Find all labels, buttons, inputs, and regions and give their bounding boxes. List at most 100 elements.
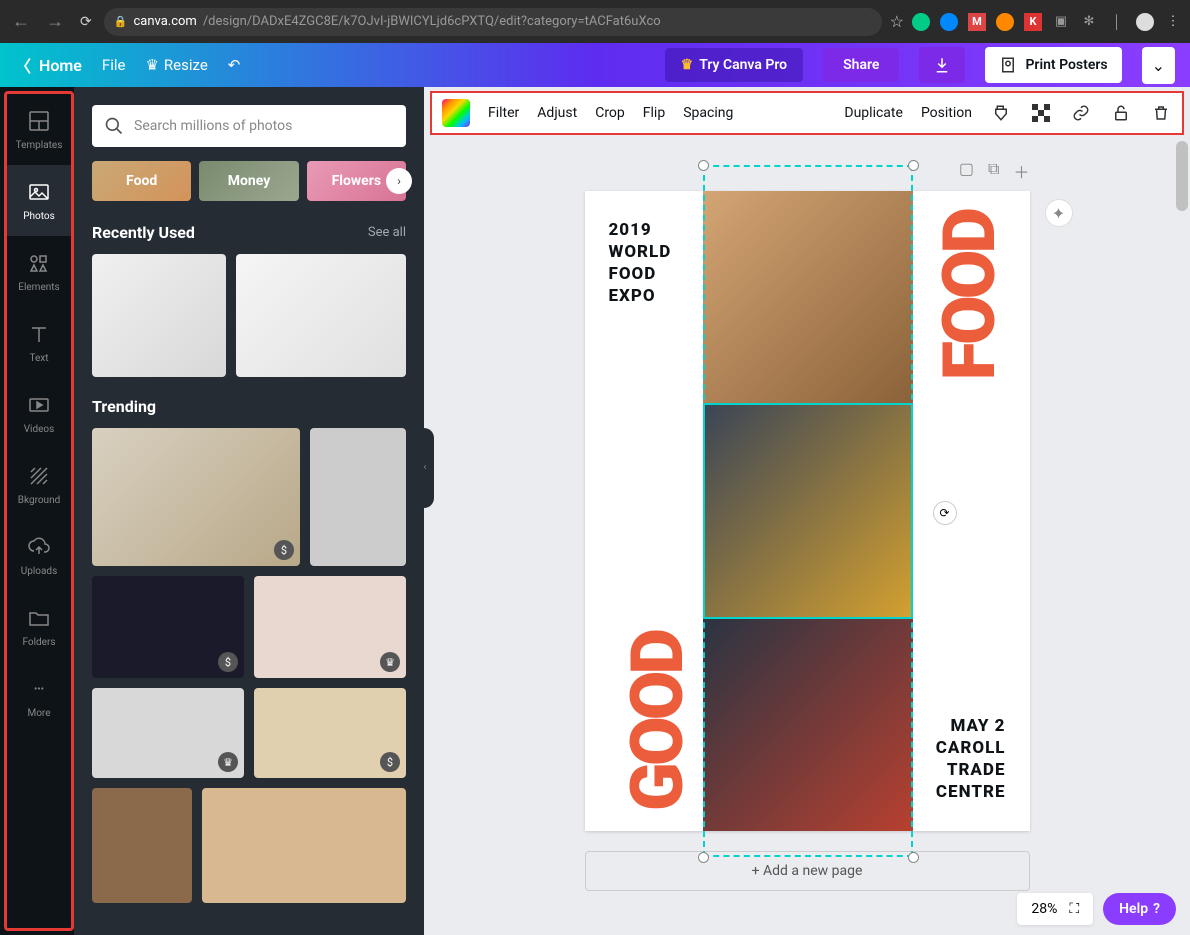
try-canva-pro-button[interactable]: ♛ Try Canva Pro (665, 48, 803, 82)
photo-thumbnail[interactable]: ♛ (254, 576, 406, 678)
background-icon (26, 463, 52, 489)
photo-thumbnail[interactable]: $ (254, 688, 406, 778)
canvas-area: Filter Adjust Crop Flip Spacing Duplicat… (424, 87, 1190, 935)
photo-search[interactable] (92, 105, 406, 147)
crop-button[interactable]: Crop (595, 105, 625, 121)
flip-button[interactable]: Flip (643, 105, 665, 121)
poster-icon (999, 56, 1017, 74)
rail-text[interactable]: Text (7, 307, 71, 378)
panel-collapse-button[interactable]: ‹ (416, 428, 434, 508)
forward-button[interactable]: → (42, 7, 68, 36)
add-page-button[interactable]: + Add a new page (585, 851, 1030, 891)
undo-button[interactable]: ↶ (228, 56, 241, 74)
rail-videos[interactable]: Videos (7, 378, 71, 449)
app-top-nav: 〈 Home File ♛ Resize ↶ ♛ Try Canva Pro S… (0, 43, 1190, 87)
color-picker[interactable] (442, 99, 470, 127)
zoom-control[interactable]: 28% ⛶ (1017, 893, 1093, 925)
uploads-icon (26, 534, 52, 560)
extension-icon-2[interactable] (996, 13, 1014, 31)
rotate-handle[interactable]: ⟳ (933, 501, 957, 525)
add-page-icon[interactable]: ＋ (1013, 159, 1029, 183)
home-button[interactable]: 〈 Home (15, 53, 82, 77)
fullscreen-icon[interactable]: ⛶ (1069, 901, 1079, 917)
copy-style-icon[interactable] (990, 102, 1012, 124)
trash-icon[interactable] (1150, 102, 1172, 124)
rail-more[interactable]: ••• More (7, 662, 71, 733)
dollar-badge: $ (274, 540, 294, 560)
rail-elements[interactable]: Elements (7, 236, 71, 307)
photo-thumbnail[interactable] (310, 428, 406, 566)
link-icon[interactable] (1070, 102, 1092, 124)
photo-thumbnail[interactable]: $ (92, 576, 244, 678)
back-button[interactable]: ← (8, 7, 34, 36)
rail-templates[interactable]: Templates (7, 94, 71, 165)
resize-handle-nw[interactable] (698, 160, 709, 171)
resize-handle-se[interactable] (908, 852, 919, 863)
photo-thumbnail[interactable] (92, 254, 226, 377)
chip-money[interactable]: Money (199, 161, 298, 201)
position-button[interactable]: Position (921, 105, 972, 121)
trending-title: Trending (92, 397, 156, 416)
help-button[interactable]: Help ? (1103, 893, 1176, 925)
page-controls: ▢ ⧉ ＋ (585, 159, 1030, 183)
rail-uploads[interactable]: Uploads (7, 520, 71, 591)
poster-image[interactable] (703, 619, 913, 831)
menu-dots-icon[interactable]: ⋮ (1164, 13, 1182, 31)
extension-icon-3[interactable]: ▣ (1052, 13, 1070, 31)
rail-photos[interactable]: Photos (7, 165, 71, 236)
photo-thumbnail[interactable]: $ (92, 428, 300, 566)
duplicate-page-icon[interactable]: ⧉ (988, 159, 999, 183)
chips-next[interactable]: › (386, 168, 412, 194)
photo-thumbnail[interactable] (92, 788, 192, 903)
notes-icon[interactable]: ▢ (959, 159, 974, 183)
lock-icon[interactable] (1110, 102, 1132, 124)
filter-button[interactable]: Filter (488, 105, 519, 121)
download-button[interactable] (919, 47, 965, 83)
left-rail: Templates Photos Elements Text Videos Bk… (4, 91, 74, 931)
share-button[interactable]: Share (823, 48, 899, 82)
profile-avatar[interactable] (1136, 13, 1154, 31)
poster-image[interactable] (703, 191, 913, 403)
search-input[interactable] (134, 118, 394, 134)
resize-menu[interactable]: ♛ Resize (145, 56, 207, 74)
print-posters-button[interactable]: Print Posters (985, 47, 1121, 83)
rail-folders[interactable]: Folders (7, 591, 71, 662)
poster-image-selected[interactable] (703, 403, 913, 619)
grammarly-icon[interactable] (912, 13, 930, 31)
design-page[interactable]: 2019 WORLD FOOD EXPO FOOD GOOD MAY 2 (585, 191, 1030, 831)
spacing-button[interactable]: Spacing (683, 105, 733, 121)
rail-label: Bkground (18, 495, 61, 506)
chip-food[interactable]: Food (92, 161, 191, 201)
extension-k-icon[interactable]: K (1024, 13, 1042, 31)
file-menu[interactable]: File (102, 56, 126, 74)
see-all-link[interactable]: See all (368, 225, 406, 240)
photo-thumbnail[interactable] (202, 788, 406, 903)
resize-handle-sw[interactable] (698, 852, 709, 863)
extension-icon-4[interactable]: ✻ (1080, 13, 1098, 31)
photo-thumbnail[interactable]: ♛ (92, 688, 244, 778)
rail-label: Elements (18, 282, 59, 293)
print-dropdown[interactable]: ⌄ (1142, 47, 1175, 84)
vertical-scrollbar[interactable] (1176, 141, 1188, 211)
resize-handle-ne[interactable] (908, 160, 919, 171)
adjust-button[interactable]: Adjust (537, 105, 577, 121)
gmail-icon[interactable]: M (968, 13, 986, 31)
duplicate-button[interactable]: Duplicate (844, 105, 903, 121)
star-icon[interactable]: ☆ (890, 12, 904, 31)
rail-background[interactable]: Bkground (7, 449, 71, 520)
crown-icon: ♛ (681, 57, 694, 73)
magic-button[interactable]: ✦ (1045, 199, 1073, 227)
url-bar[interactable]: 🔒 canva.com /design/DADxE4ZGC8E/k7OJvI-j… (104, 8, 882, 36)
poster-good-text[interactable]: GOOD (615, 632, 700, 811)
crown-badge: ♛ (380, 652, 400, 672)
extension-icon[interactable] (940, 13, 958, 31)
poster-bottom-text[interactable]: MAY 2 CAROLL TRADE CENTRE (936, 715, 1006, 803)
reload-button[interactable]: ⟳ (76, 10, 96, 34)
transparency-icon[interactable] (1030, 102, 1052, 124)
poster-top-text[interactable]: 2019 WORLD FOOD EXPO (609, 219, 672, 307)
search-icon (104, 116, 124, 136)
extension-icons: M K ▣ ✻ │ ⋮ (912, 13, 1182, 31)
photo-thumbnail[interactable] (236, 254, 406, 377)
poster-food-text[interactable]: FOOD (927, 211, 1012, 380)
url-path: /design/DADxE4ZGC8E/k7OJvI-jBWICYLjd6cPX… (203, 14, 661, 29)
